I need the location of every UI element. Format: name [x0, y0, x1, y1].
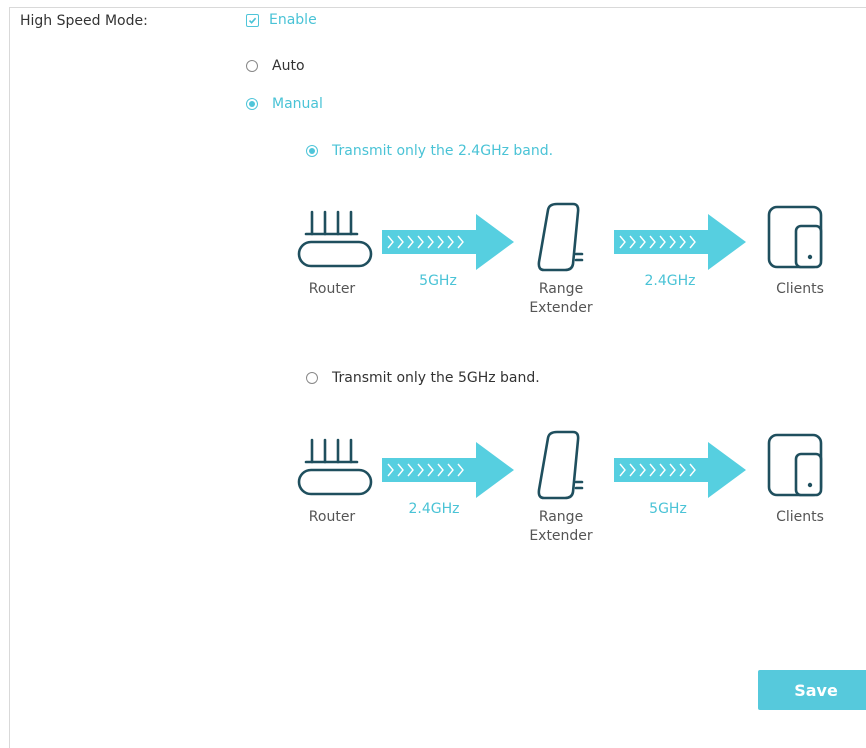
- arrow-icon: [382, 442, 514, 498]
- range-extender-icon: [537, 430, 584, 500]
- check-icon: [248, 17, 257, 24]
- clients-label: Clients: [776, 509, 824, 525]
- auto-radio[interactable]: [246, 60, 258, 72]
- arrow-icon: [614, 214, 746, 270]
- clients-label: Clients: [776, 281, 824, 297]
- manual-radio[interactable]: [246, 98, 258, 110]
- band-24-diagram: Router 5GHz Range Extender 2.4GHz Client…: [290, 200, 850, 320]
- manual-radio-row[interactable]: Manual: [246, 96, 323, 112]
- enable-checkbox-row[interactable]: Enable: [246, 12, 317, 28]
- arrow-icon: [614, 442, 746, 498]
- band-5-label: Transmit only the 5GHz band.: [332, 370, 540, 386]
- router-label: Router: [308, 281, 356, 297]
- save-button[interactable]: Save: [758, 670, 866, 710]
- enable-checkbox[interactable]: [246, 13, 259, 27]
- extender-label-line2: Extender: [529, 528, 593, 544]
- extender-label-line1: Range: [538, 281, 584, 297]
- band-24-label: Transmit only the 2.4GHz band.: [332, 143, 554, 159]
- range-extender-icon: [537, 202, 584, 272]
- band-5-diagram: Router 2.4GHz Range Extender 5GHz Client…: [290, 428, 850, 548]
- first-band-label: 2.4GHz: [408, 501, 460, 517]
- band-5-radio-row[interactable]: Transmit only the 5GHz band.: [306, 370, 540, 386]
- band-5-radio[interactable]: [306, 372, 318, 384]
- arrow-icon: [382, 214, 514, 270]
- auto-label: Auto: [272, 58, 305, 74]
- second-band-label: 5GHz: [649, 501, 687, 517]
- clients-icon: [767, 205, 823, 269]
- first-band-label: 5GHz: [419, 273, 457, 289]
- auto-radio-row[interactable]: Auto: [246, 58, 305, 74]
- extender-label-line1: Range: [538, 509, 584, 525]
- router-icon: [297, 438, 373, 496]
- router-icon: [297, 210, 373, 268]
- router-label: Router: [308, 509, 356, 525]
- enable-label: Enable: [269, 12, 317, 28]
- band-24-radio-row[interactable]: Transmit only the 2.4GHz band.: [306, 143, 553, 159]
- second-band-label: 2.4GHz: [644, 273, 696, 289]
- clients-icon: [767, 433, 823, 497]
- extender-label-line2: Extender: [529, 300, 593, 316]
- high-speed-mode-label: High Speed Mode:: [20, 13, 148, 29]
- band-24-radio[interactable]: [306, 145, 318, 157]
- manual-label: Manual: [272, 96, 323, 112]
